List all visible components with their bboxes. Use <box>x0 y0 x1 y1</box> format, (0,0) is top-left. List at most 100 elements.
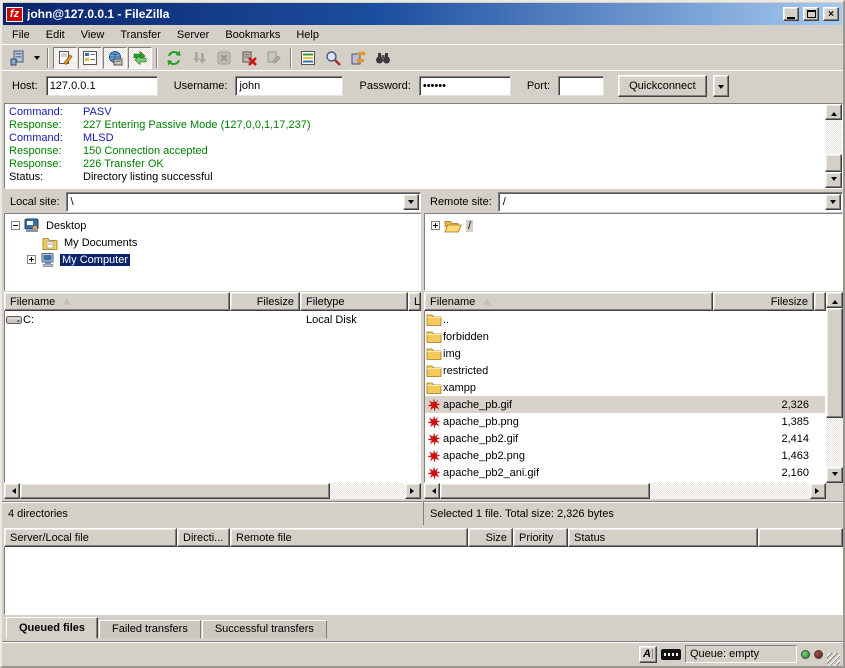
column-header-status[interactable]: Status <box>568 528 758 547</box>
menu-bookmarks[interactable]: Bookmarks <box>217 27 288 43</box>
remote-site-label: Remote site: <box>424 196 498 208</box>
scrollbar-thumb[interactable] <box>440 483 650 499</box>
file-row[interactable]: restricted <box>425 362 825 379</box>
tab-queued-files[interactable]: Queued files <box>6 617 98 639</box>
filezilla-window: fz john@127.0.0.1 - FileZilla × File Edi… <box>0 0 845 668</box>
scroll-right-button[interactable] <box>810 483 826 499</box>
file-row[interactable]: forbidden <box>425 328 825 345</box>
column-header-remote-file[interactable]: Remote file <box>230 528 468 547</box>
column-header-server-local-file[interactable]: Server/Local file <box>4 528 177 547</box>
filezilla-logo-icon: fz <box>6 7 23 22</box>
menu-view[interactable]: View <box>73 27 113 43</box>
tab-failed-transfers[interactable]: Failed transfers <box>99 620 201 639</box>
remote-site-combo[interactable]: / <box>498 192 843 212</box>
resize-grip[interactable] <box>827 653 840 666</box>
local-file-list[interactable]: C: Local Disk <box>4 311 421 483</box>
menu-server[interactable]: Server <box>169 27 217 43</box>
message-log-toggle-button[interactable] <box>53 47 77 69</box>
cancel-operation-button[interactable] <box>212 47 236 69</box>
tree-item-my-documents[interactable]: My Documents <box>5 234 420 251</box>
username-input[interactable] <box>235 76 343 96</box>
file-row[interactable]: apache_pb2_ani.gif 2,160 <box>425 464 825 481</box>
tree-item-desktop[interactable]: Desktop <box>5 217 420 234</box>
quickconnect-button[interactable]: Quickconnect <box>618 75 707 97</box>
quickconnect-dropdown-button[interactable] <box>713 75 729 97</box>
remote-vertical-scrollbar[interactable] <box>826 292 843 483</box>
scrollbar-thumb[interactable] <box>826 308 843 418</box>
port-input[interactable] <box>558 76 604 96</box>
scroll-up-button[interactable] <box>826 292 843 308</box>
column-header-filetype[interactable]: Filetype <box>300 292 408 311</box>
expand-icon[interactable] <box>431 221 440 230</box>
process-queue-button[interactable] <box>187 47 211 69</box>
column-header-filename[interactable]: Filename <box>4 292 230 311</box>
local-tree-toggle-button[interactable] <box>78 47 102 69</box>
file-row[interactable]: .. <box>425 311 825 328</box>
desktop-icon <box>24 218 40 233</box>
scroll-left-button[interactable] <box>424 483 440 499</box>
scrollbar-thumb[interactable] <box>20 483 330 499</box>
disconnect-button[interactable] <box>237 47 261 69</box>
file-row[interactable]: apache_pb2.png 1,463 <box>425 447 825 464</box>
minimize-button[interactable] <box>783 7 799 21</box>
find-files-button[interactable] <box>321 47 345 69</box>
transfer-queue-toggle-button[interactable] <box>128 47 152 69</box>
transfer-queue-list[interactable] <box>4 547 843 615</box>
combo-dropdown-button[interactable] <box>403 194 419 210</box>
tree-item-my-computer[interactable]: My Computer <box>5 251 420 268</box>
refresh-button[interactable] <box>162 47 186 69</box>
remote-tree-toggle-button[interactable] <box>103 47 127 69</box>
column-header-last-modified[interactable]: L <box>408 292 421 311</box>
reconnect-button[interactable] <box>262 47 286 69</box>
directory-comparison-button[interactable] <box>371 47 395 69</box>
scroll-down-button[interactable] <box>825 172 842 188</box>
file-row[interactable]: apache_pb2.gif 2,414 <box>425 430 825 447</box>
scroll-left-button[interactable] <box>4 483 20 499</box>
password-input[interactable] <box>419 76 511 96</box>
remote-file-list[interactable]: .. forbidden img restricted xampp apache… <box>424 311 826 483</box>
collapse-icon[interactable] <box>11 221 20 230</box>
transfer-queue-icon <box>132 50 148 66</box>
expand-icon[interactable] <box>27 255 36 264</box>
maximize-button[interactable] <box>803 7 819 21</box>
column-header-size[interactable]: Size <box>468 528 513 547</box>
computer-icon <box>40 252 56 268</box>
transfer-type-icon: A <box>643 648 651 660</box>
menu-help[interactable]: Help <box>288 27 327 43</box>
scrollbar-thumb[interactable] <box>825 154 842 172</box>
file-row[interactable]: xampp <box>425 379 825 396</box>
combo-dropdown-button[interactable] <box>825 194 841 210</box>
local-site-combo[interactable]: \ <box>66 192 421 212</box>
title-bar[interactable]: fz john@127.0.0.1 - FileZilla × <box>3 3 842 25</box>
column-header-direction[interactable]: Directi... <box>177 528 230 547</box>
filter-button[interactable] <box>296 47 320 69</box>
log-vertical-scrollbar[interactable] <box>825 104 842 188</box>
scroll-down-button[interactable] <box>826 467 843 483</box>
remote-horizontal-scrollbar[interactable] <box>424 483 826 499</box>
column-header-filename[interactable]: Filename <box>424 292 713 311</box>
scroll-up-button[interactable] <box>825 104 842 120</box>
site-manager-button[interactable] <box>5 47 29 69</box>
file-row-c-drive[interactable]: C: Local Disk <box>5 311 420 328</box>
file-row[interactable]: apache_pb.png 1,385 <box>425 413 825 430</box>
close-button[interactable]: × <box>823 7 839 21</box>
synchronized-browsing-button[interactable] <box>346 47 370 69</box>
host-input[interactable] <box>46 76 158 96</box>
transfer-type-indicator[interactable]: A <box>639 646 657 663</box>
menu-bar: File Edit View Transfer Server Bookmarks… <box>2 25 843 44</box>
local-horizontal-scrollbar[interactable] <box>4 483 421 499</box>
tab-successful-transfers[interactable]: Successful transfers <box>202 620 327 639</box>
tree-item-root[interactable]: / <box>425 217 842 234</box>
column-header-filesize[interactable]: Filesize <box>230 292 300 311</box>
scroll-right-button[interactable] <box>405 483 421 499</box>
column-header-priority[interactable]: Priority <box>513 528 568 547</box>
menu-transfer[interactable]: Transfer <box>112 27 169 43</box>
menu-file[interactable]: File <box>4 27 38 43</box>
file-row[interactable]: img <box>425 345 825 362</box>
site-manager-dropdown-button[interactable] <box>30 47 43 69</box>
message-log-body[interactable]: Command:PASV Response:227 Entering Passi… <box>5 104 825 188</box>
menu-edit[interactable]: Edit <box>38 27 73 43</box>
file-row-selected[interactable]: apache_pb.gif 2,326 <box>425 396 825 413</box>
speed-limit-indicator-icon[interactable] <box>661 649 681 660</box>
column-header-filesize[interactable]: Filesize <box>713 292 814 311</box>
